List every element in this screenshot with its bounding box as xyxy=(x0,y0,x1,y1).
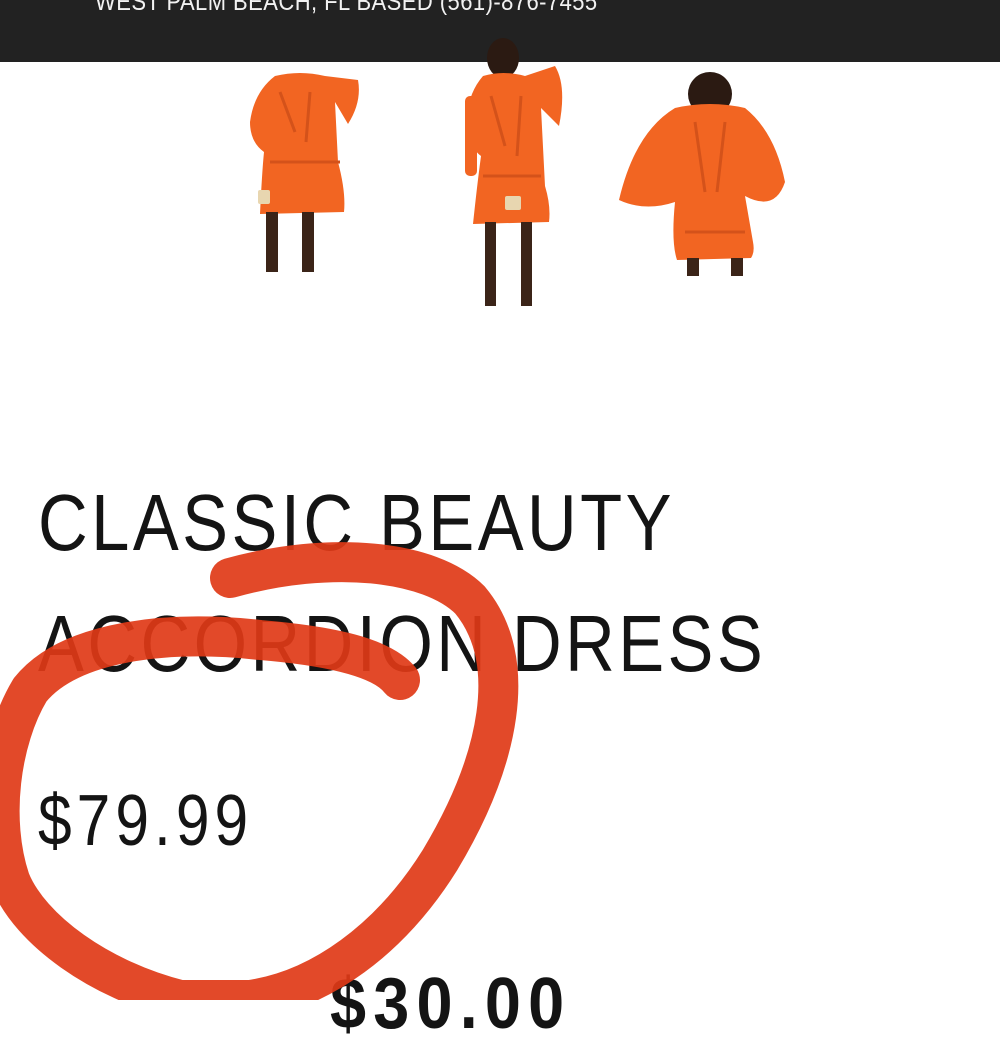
orange-dress-front-photo-icon xyxy=(250,73,359,272)
product-title-line-1: CLASSIC BEAUTY xyxy=(38,478,675,567)
announcement-text: WEST PALM BEACH, FL BASED (561)-876-7455 xyxy=(95,0,598,16)
product-title-line-2: ACCORDION DRESS xyxy=(38,599,767,688)
product-thumbnail-back[interactable] xyxy=(605,72,805,282)
product-thumbnail-front[interactable] xyxy=(240,62,380,282)
product-price: $79.99 xyxy=(38,781,254,861)
orange-dress-full-length-photo-icon xyxy=(465,38,563,306)
orange-dress-back-photo-icon xyxy=(619,72,785,276)
secondary-price: $30.00 xyxy=(330,964,572,1044)
product-thumbnail-full[interactable] xyxy=(455,36,580,321)
